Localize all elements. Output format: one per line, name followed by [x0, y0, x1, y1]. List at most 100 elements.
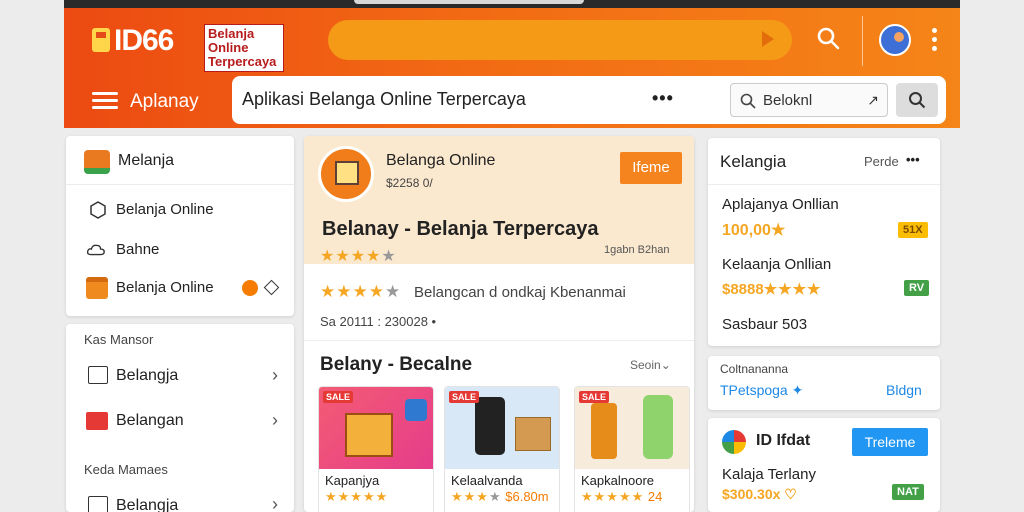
product-rating: ★★★★ $6.80m — [451, 489, 549, 504]
sale-badge: SALE — [323, 391, 354, 403]
right-card-3: ID Ifdat Treleme Kalaja Terlany $300.30x… — [708, 418, 940, 512]
row-name[interactable]: Sasbaur 503 — [722, 316, 807, 333]
search-icon[interactable] — [816, 26, 840, 50]
search-icon — [909, 92, 926, 109]
sidebar-card-top: Melanja Belanja Online Bahne Belanja Onl… — [66, 136, 294, 316]
follow-button[interactable]: Treleme — [852, 428, 928, 456]
product-rating: ★★★★★ 24 — [581, 489, 663, 504]
header-search-bar[interactable] — [328, 20, 792, 60]
sidebar-item-label[interactable]: Belangja — [116, 497, 178, 512]
row-chip: RV — [904, 280, 930, 296]
row-value: $8888★★★★ — [722, 280, 822, 298]
external-arrow-icon: ↗ — [867, 92, 879, 108]
row-name[interactable]: Kelaanja Onllian — [722, 256, 831, 273]
main-panel: Belanga Online $2258 0/ Ifeme Belanay - … — [304, 136, 694, 512]
more-options-icon[interactable] — [932, 28, 938, 54]
sidebar-item-label[interactable]: Belanja Online — [116, 279, 214, 296]
product-name: Kapanjya — [325, 473, 380, 488]
product-card[interactable]: SALE Kelaalvanda ★★★★ $6.80m — [444, 386, 560, 512]
stats-text: Sa 20111 : 230028 • — [320, 314, 437, 329]
product-price: $300.30x ♡ — [722, 486, 797, 502]
sidebar-item-label[interactable]: Belangan — [116, 412, 184, 430]
subtitle-right: 1gabn B2han — [604, 244, 670, 256]
sidebar-item-label[interactable]: Belangja — [116, 367, 178, 385]
arrow-icon — [762, 31, 774, 47]
product-card[interactable]: SALE Kapkalnoore ★★★★★ 24 — [574, 386, 690, 512]
brand-name: ID Ifdat — [756, 432, 811, 449]
cloud-icon — [86, 244, 105, 256]
store-name[interactable]: Belanga Online — [386, 152, 495, 170]
visit-store-button[interactable]: Ifeme — [620, 152, 682, 184]
sale-badge: SALE — [579, 391, 610, 403]
row-value-text: 100,00 — [722, 222, 771, 239]
status-dot-icon — [242, 280, 258, 296]
chevron-right-icon[interactable]: › — [272, 494, 278, 512]
star-icon: ★★★★ — [763, 281, 822, 298]
product-price: $6.80m — [505, 489, 549, 504]
cube-icon — [90, 201, 106, 219]
right-title: Kelangia — [720, 152, 787, 171]
sidebar-divider — [66, 184, 294, 185]
sidebar-item-melanja[interactable]: Melanja — [118, 152, 174, 170]
right-perde[interactable]: Perde — [864, 154, 899, 169]
logo-icon — [92, 28, 110, 52]
sidebar-item-label[interactable]: Belanja Online — [116, 201, 214, 218]
logo-text: ID66 — [114, 24, 174, 57]
right-card-1: Kelangia Perde ••• Aplajanya Onllian 100… — [708, 138, 940, 346]
product-stars: ★★★★★ — [325, 489, 389, 504]
row-value: 100,00★ — [722, 220, 786, 240]
card2-right-link[interactable]: Bldgn — [886, 382, 922, 398]
row-chip: NAT — [892, 484, 924, 500]
section-title: Belany - Becalne — [320, 354, 473, 375]
hamburger-menu-icon[interactable] — [92, 92, 118, 110]
avatar[interactable] — [879, 24, 911, 56]
store-sub: $2258 0/ — [386, 176, 433, 190]
address-bar[interactable]: Aplikasi Belanga Online Terpercaya ••• B… — [232, 76, 946, 124]
review-stars: ★★★★★ — [320, 282, 402, 301]
title-stars: ★★★★★ — [320, 248, 397, 265]
search-input[interactable]: Beloknl ↗ — [730, 83, 888, 117]
chevron-right-icon[interactable]: › — [272, 410, 278, 431]
header-divider — [862, 16, 863, 66]
brand-logo-icon — [722, 430, 746, 454]
search-input-text: Beloknl — [763, 92, 813, 109]
product-name: Kelaalvanda — [451, 473, 523, 488]
right-card-2: Coltnananna TPetspoga ✦ Bldgn — [708, 356, 940, 410]
chevron-right-icon[interactable]: › — [272, 365, 278, 386]
row-name[interactable]: Aplajanya Onllian — [722, 196, 839, 213]
diamond-icon[interactable] — [263, 279, 280, 296]
section-title: Kas Mansor — [84, 332, 154, 347]
magnifier-icon — [740, 93, 756, 109]
more-options-icon[interactable]: ••• — [906, 152, 920, 167]
product-title: Belanay - Belanja Terpercaya — [322, 218, 599, 240]
sale-badge: SALE — [449, 391, 480, 403]
section-title: Keda Mamaes — [84, 462, 168, 477]
address-more-icon[interactable]: ••• — [652, 88, 674, 109]
card-divider — [708, 184, 940, 185]
row-chip: 51X — [898, 222, 928, 238]
list-icon — [88, 496, 108, 512]
sidebar-card-bottom: Kas Mansor Belangja › Belangan › Keda Ma… — [66, 324, 294, 512]
search-button[interactable] — [896, 83, 938, 117]
top-window-bar — [64, 0, 960, 8]
card2-link[interactable]: TPetspoga ✦ — [720, 382, 803, 399]
card2-title: Coltnananna — [720, 362, 789, 376]
box-icon — [86, 277, 108, 299]
sidebar-item-label[interactable]: Bahne — [116, 241, 159, 258]
tagline-badge: Belanja Online Terpercaya — [204, 24, 284, 72]
section-divider — [304, 340, 694, 341]
list-icon — [88, 366, 108, 384]
address-text: Aplikasi Belanga Online Terpercaya — [242, 89, 526, 109]
product-price: 24 — [647, 489, 663, 504]
tag-icon — [86, 412, 108, 430]
product-name[interactable]: Kalaja Terlany — [722, 466, 816, 483]
menu-label[interactable]: Aplanay — [130, 91, 199, 113]
product-name: Kapkalnoore — [581, 473, 654, 488]
product-card[interactable]: SALE Kapanjya ★★★★★ — [318, 386, 434, 512]
store-logo-icon — [318, 146, 374, 202]
see-all-link[interactable]: Seoin⌄ — [630, 358, 671, 372]
notch — [354, 0, 584, 4]
see-all-label: Seoin — [630, 358, 661, 372]
star-icon: ★ — [770, 222, 787, 239]
app-logo[interactable]: ID66 — [92, 24, 174, 58]
